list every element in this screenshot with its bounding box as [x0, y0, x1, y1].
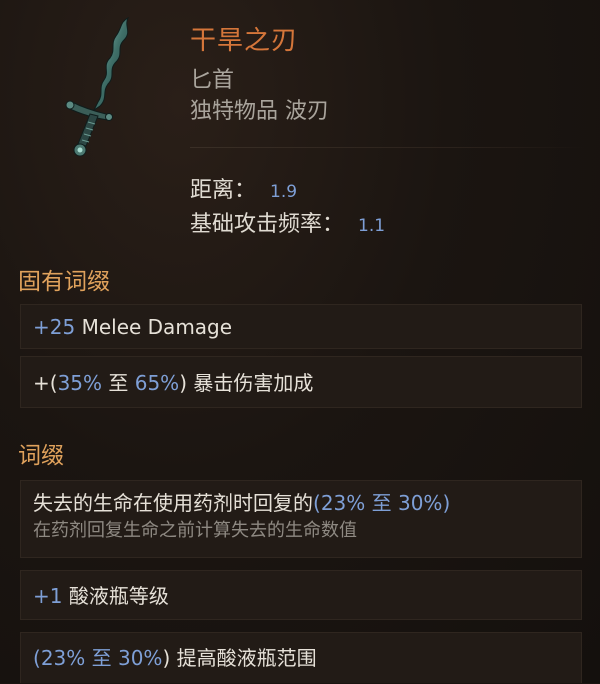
header-divider: [190, 147, 585, 148]
implicit-mod-melee-damage: +25 Melee Damage: [20, 304, 582, 349]
implicit-section-title: 固有词缀: [18, 269, 110, 295]
mod-text: ) 提高酸液瓶范围: [162, 646, 317, 670]
mod-range-min: 35%: [57, 371, 103, 395]
mod-range-max: 65%: [134, 371, 180, 395]
item-header: 干旱之刃 匕首 独特物品 波刃 距离： 1.9 基础攻击频率： 1.1: [0, 0, 600, 255]
mod-paren-open: (: [313, 491, 321, 515]
stat-range-value: 1.9: [270, 182, 298, 202]
item-tooltip: 干旱之刃 匕首 独特物品 波刃 距离： 1.9 基础攻击频率： 1.1 固有词缀 +…: [0, 0, 600, 683]
stat-range-label: 距离：: [190, 178, 257, 203]
affix-mod-acid-flask-area: (23% 至 30%) 提高酸液瓶范围: [20, 632, 582, 683]
stat-attack-speed-value: 1.1: [358, 216, 386, 236]
stat-attack-speed-label: 基础攻击频率：: [190, 212, 345, 237]
wavy-dagger-icon: [65, 16, 130, 157]
mod-value: +25: [33, 315, 76, 339]
mod-range-max: 30%: [117, 646, 163, 670]
affix-mod-life-recovery: 失去的生命在使用药剂时回复的(23% 至 30%) 在药剂回复生命之前计算失去的…: [20, 480, 582, 558]
mod-range-min: 23%: [320, 491, 366, 515]
mod-value: +1: [33, 584, 63, 608]
mod-paren-close: ): [442, 491, 451, 515]
affix-section-title: 词缀: [18, 443, 64, 469]
mod-text: 酸液瓶等级: [62, 584, 169, 608]
stat-range: 距离： 1.9: [190, 172, 297, 204]
mod-description: 在药剂回复生命之前计算失去的生命数值: [33, 520, 357, 541]
mod-range-max: 30%: [397, 491, 443, 515]
mod-paren-open: (: [33, 646, 41, 670]
mod-text: Melee Damage: [75, 315, 233, 339]
mod-range-sep: 至: [102, 371, 135, 395]
mod-text: 失去的生命在使用药剂时回复的: [33, 491, 313, 515]
mod-range-min: 23%: [40, 646, 86, 670]
item-rarity: 独特物品 波刃: [190, 99, 329, 124]
item-type: 匕首: [190, 68, 235, 93]
mod-text: ) 暴击伤害加成: [179, 371, 314, 395]
stat-attack-speed: 基础攻击频率： 1.1: [190, 206, 385, 238]
implicit-mod-crit-damage: +(35% 至 65%) 暴击伤害加成: [20, 356, 582, 408]
mod-range-sep: 至: [85, 646, 118, 670]
item-name: 干旱之刃: [190, 26, 299, 56]
mod-paren-open: +(: [33, 371, 58, 395]
affix-mod-acid-flask-level: +1 酸液瓶等级: [20, 570, 582, 620]
mod-range-sep: 至: [365, 491, 398, 515]
